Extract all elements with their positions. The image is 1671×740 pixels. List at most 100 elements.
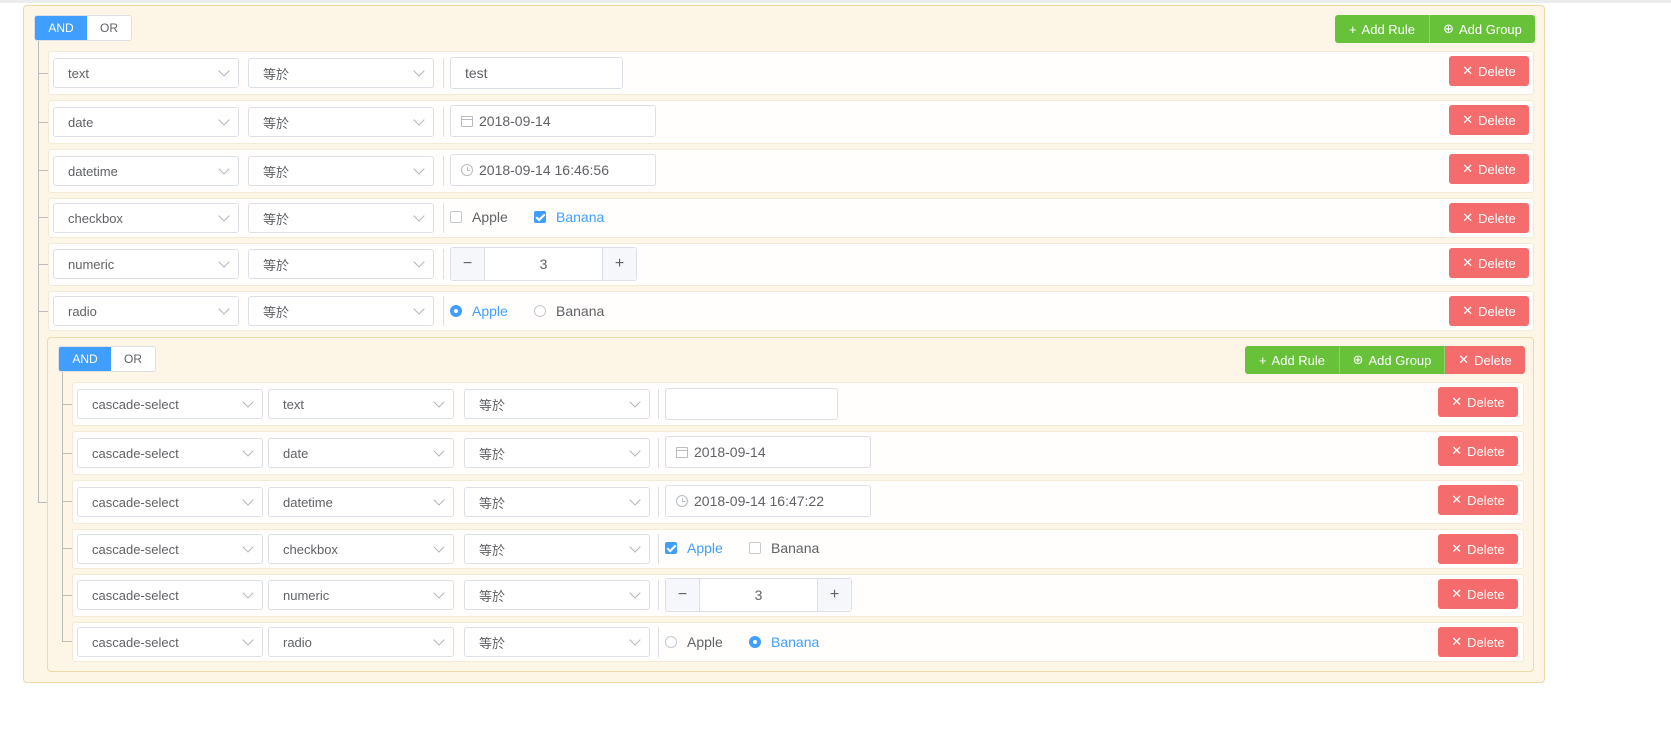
datetime-picker-input[interactable]: 2018-09-14 16:46:56 xyxy=(450,154,656,186)
tree-connector xyxy=(62,372,63,642)
divider xyxy=(658,438,659,468)
conjunction-and-button[interactable]: AND xyxy=(35,16,87,40)
decrement-button[interactable]: − xyxy=(666,579,700,611)
operator-select[interactable]: 等於 xyxy=(464,487,650,517)
field-select[interactable]: date xyxy=(53,107,239,137)
increment-button[interactable]: + xyxy=(602,248,636,280)
add-rule-button[interactable]: + Add Rule xyxy=(1245,346,1340,374)
datetime-value: 2018-09-14 16:46:56 xyxy=(479,162,609,178)
radio[interactable] xyxy=(534,305,546,317)
field-select-value: cascade-select xyxy=(92,587,179,603)
radio-option-banana[interactable]: Banana xyxy=(534,301,604,321)
operator-select-value: 等於 xyxy=(263,115,290,131)
radio-option-apple[interactable]: Apple xyxy=(665,632,723,652)
delete-rule-button[interactable]: ✕ Delete xyxy=(1438,627,1518,657)
conjunction-and-button[interactable]: AND xyxy=(59,347,111,371)
field-select[interactable]: cascade-select xyxy=(77,627,263,657)
date-picker-input[interactable]: 2018-09-14 xyxy=(450,105,656,137)
operator-select-value: 等於 xyxy=(479,397,506,413)
delete-rule-button[interactable]: ✕ Delete xyxy=(1449,56,1529,86)
radio-selected[interactable] xyxy=(749,636,761,648)
checkbox-checked[interactable] xyxy=(534,211,546,223)
field-select[interactable]: text xyxy=(53,58,239,88)
field-select[interactable]: cascade-select xyxy=(77,438,263,468)
subfield-select[interactable]: checkbox xyxy=(268,534,454,564)
radio[interactable] xyxy=(665,636,677,648)
delete-rule-button[interactable]: ✕ Delete xyxy=(1438,579,1518,609)
checkbox-option-apple[interactable]: Apple xyxy=(450,207,508,227)
operator-select[interactable]: 等於 xyxy=(248,156,434,186)
stepper-value[interactable]: 3 xyxy=(700,579,817,611)
decrement-button[interactable]: − xyxy=(451,248,485,280)
radio-selected[interactable] xyxy=(450,305,462,317)
checkbox-option-banana[interactable]: Banana xyxy=(534,207,604,227)
subfield-select[interactable]: datetime xyxy=(268,487,454,517)
delete-rule-button[interactable]: ✕ Delete xyxy=(1438,534,1518,564)
subfield-select[interactable]: numeric xyxy=(268,580,454,610)
checkbox-checked[interactable] xyxy=(665,542,677,554)
chevron-down-icon xyxy=(413,114,425,126)
stepper-value[interactable]: 3 xyxy=(485,248,602,280)
operator-select[interactable]: 等於 xyxy=(248,107,434,137)
chevron-down-icon xyxy=(433,445,445,457)
subfield-select-value: date xyxy=(283,445,309,461)
datetime-picker-input[interactable]: 2018-09-14 16:47:22 xyxy=(665,485,871,517)
add-group-button[interactable]: ⊕ Add Group xyxy=(1430,15,1535,43)
delete-rule-button[interactable]: ✕ Delete xyxy=(1449,296,1529,326)
checkbox[interactable] xyxy=(749,542,761,554)
operator-select[interactable]: 等於 xyxy=(248,58,434,88)
checkbox-option-banana[interactable]: Banana xyxy=(749,538,819,558)
operator-select[interactable]: 等於 xyxy=(248,203,434,233)
group-actions: + Add Rule ⊕ Add Group xyxy=(1335,15,1535,43)
divider xyxy=(443,156,444,186)
subfield-select[interactable]: radio xyxy=(268,627,454,657)
date-picker-input[interactable]: 2018-09-14 xyxy=(665,436,871,468)
delete-rule-button[interactable]: ✕ Delete xyxy=(1438,485,1518,515)
clock-icon xyxy=(461,164,473,176)
delete-rule-button[interactable]: ✕ Delete xyxy=(1449,203,1529,233)
field-select[interactable]: radio xyxy=(53,296,239,326)
field-select[interactable]: numeric xyxy=(53,249,239,279)
delete-group-button[interactable]: ✕ Delete xyxy=(1445,346,1525,374)
divider xyxy=(658,534,659,564)
add-group-label: Add Group xyxy=(1368,352,1432,368)
chevron-down-icon xyxy=(218,303,230,315)
checkbox[interactable] xyxy=(450,211,462,223)
field-select[interactable]: datetime xyxy=(53,156,239,186)
add-rule-button[interactable]: + Add Rule xyxy=(1335,15,1430,43)
close-icon: ✕ xyxy=(1462,63,1474,78)
field-select[interactable]: cascade-select xyxy=(77,534,263,564)
checkbox-option-apple[interactable]: Apple xyxy=(665,538,723,558)
add-group-button[interactable]: ⊕ Add Group xyxy=(1340,346,1445,374)
conjunction-or-button[interactable]: OR xyxy=(87,16,131,40)
field-select[interactable]: cascade-select xyxy=(77,487,263,517)
field-select[interactable]: checkbox xyxy=(53,203,239,233)
radio-option-banana[interactable]: Banana xyxy=(749,632,819,652)
field-select[interactable]: cascade-select xyxy=(77,389,263,419)
operator-select[interactable]: 等於 xyxy=(464,389,650,419)
field-select-value: datetime xyxy=(68,163,118,179)
delete-rule-button[interactable]: ✕ Delete xyxy=(1449,105,1529,135)
operator-select[interactable]: 等於 xyxy=(464,534,650,564)
operator-select[interactable]: 等於 xyxy=(464,627,650,657)
operator-select[interactable]: 等於 xyxy=(248,296,434,326)
subfield-select[interactable]: date xyxy=(268,438,454,468)
plus-icon: + xyxy=(1348,21,1357,37)
delete-rule-button[interactable]: ✕ Delete xyxy=(1449,248,1529,278)
operator-select[interactable]: 等於 xyxy=(248,249,434,279)
text-value-input[interactable]: test xyxy=(450,57,623,89)
delete-rule-button[interactable]: ✕ Delete xyxy=(1438,387,1518,417)
chevron-down-icon xyxy=(629,396,641,408)
increment-button[interactable]: + xyxy=(817,579,851,611)
radio-option-apple[interactable]: Apple xyxy=(450,301,508,321)
delete-rule-button[interactable]: ✕ Delete xyxy=(1438,436,1518,466)
delete-rule-button[interactable]: ✕ Delete xyxy=(1449,154,1529,184)
operator-select[interactable]: 等於 xyxy=(464,438,650,468)
operator-select[interactable]: 等於 xyxy=(464,580,650,610)
close-icon: ✕ xyxy=(1462,210,1474,225)
subfield-select[interactable]: text xyxy=(268,389,454,419)
field-select[interactable]: cascade-select xyxy=(77,580,263,610)
option-label: Apple xyxy=(472,303,508,319)
conjunction-or-button[interactable]: OR xyxy=(111,347,155,371)
text-value-input[interactable] xyxy=(665,388,838,420)
